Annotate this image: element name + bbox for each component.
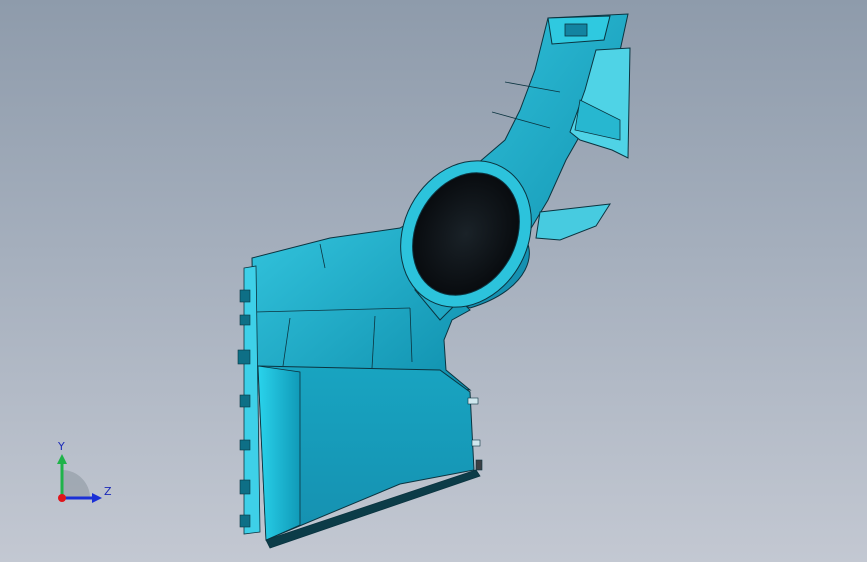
top-slot	[564, 23, 588, 37]
y-axis-arrow	[57, 454, 67, 464]
orientation-triad: Y Z	[57, 440, 112, 503]
x-axis-dot	[58, 494, 66, 502]
z-axis-arrow	[92, 493, 102, 503]
y-axis-label: Y	[57, 440, 65, 453]
z-axis-label: Z	[104, 485, 112, 498]
3d-model-part[interactable]	[0, 0, 867, 562]
triad-base-quadrant	[62, 470, 90, 498]
right-flange-lower	[535, 203, 611, 241]
cad-viewport[interactable]: Y Z	[0, 0, 867, 562]
